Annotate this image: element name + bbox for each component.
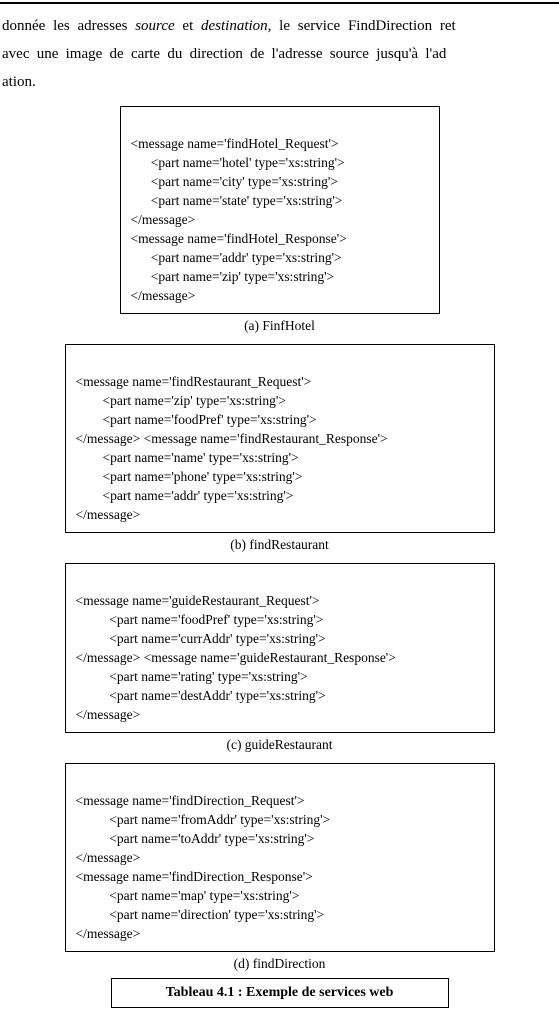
code-line: <part name='destAddr' type='xs:string'> [76, 688, 326, 703]
code-line: <part name='phone' type='xs:string'> [76, 469, 303, 484]
code-line: <message name='findDirection_Response'> [76, 869, 313, 884]
code-line: <part name='zip' type='xs:string'> [131, 269, 335, 284]
code-line: </message> [131, 288, 196, 303]
code-line: </message> <message name='findRestaurant… [76, 431, 388, 446]
code-line: </message> [131, 212, 196, 227]
code-box-b: <message name='findRestaurant_Request'> … [65, 344, 495, 533]
code-line: <part name='addr' type='xs:string'> [76, 488, 294, 503]
code-line: <message name='findRestaurant_Request'> [76, 374, 312, 389]
destination-italic: destination [201, 18, 268, 34]
code-line: <part name='city' type='xs:string'> [131, 174, 338, 189]
code-line: <part name='fromAddr' type='xs:string'> [76, 812, 331, 827]
code-line: <part name='hotel' type='xs:string'> [131, 155, 345, 170]
code-line: </message> [76, 507, 141, 522]
text: et [182, 18, 193, 34]
code-line: <part name='map' type='xs:string'> [76, 888, 300, 903]
code-box-a: <message name='findHotel_Request'> <part… [120, 106, 440, 314]
code-line: </message> [76, 707, 141, 722]
caption-a: (a) FinfHotel [0, 318, 559, 334]
code-box-c: <message name='guideRestaurant_Request'>… [65, 563, 495, 733]
source-italic: source [135, 18, 174, 34]
code-line: </message> [76, 850, 141, 865]
intro-paragraph: donnée les adresses source et destinatio… [0, 12, 559, 96]
caption-d: (d) findDirection [0, 956, 559, 972]
code-line: <part name='direction' type='xs:string'> [76, 907, 325, 922]
table-caption-box: Tableau 4.1 : Exemple de services web [111, 978, 449, 1008]
code-line: <part name='zip' type='xs:string'> [76, 393, 286, 408]
text: donnée les adresses [2, 18, 127, 34]
code-line: </message> <message name='guideRestauran… [76, 650, 396, 665]
code-line: <part name='toAddr' type='xs:string'> [76, 831, 315, 846]
code-line: <message name='findDirection_Request'> [76, 793, 305, 808]
para-line-3: ation. [2, 68, 559, 96]
code-line: <part name='rating' type='xs:string'> [76, 669, 308, 684]
code-line: <part name='foodPref' type='xs:string'> [76, 612, 324, 627]
text: , le service FindDirection ret [268, 18, 456, 34]
code-line: <part name='foodPref' type='xs:string'> [76, 412, 317, 427]
code-line: <part name='currAddr' type='xs:string'> [76, 631, 326, 646]
code-line: <part name='addr' type='xs:string'> [131, 250, 342, 265]
code-line: <part name='name' type='xs:string'> [76, 450, 299, 465]
code-line: <message name='guideRestaurant_Request'> [76, 593, 320, 608]
code-line: <message name='findHotel_Request'> [131, 136, 339, 151]
code-line: <message name='findHotel_Response'> [131, 231, 347, 246]
caption-b: (b) findRestaurant [0, 537, 559, 553]
caption-c: (c) guideRestaurant [0, 737, 559, 753]
table-caption-text: Tableau 4.1 : Exemple de services web [166, 985, 394, 1000]
code-box-d: <message name='findDirection_Request'> <… [65, 763, 495, 952]
code-line: <part name='state' type='xs:string'> [131, 193, 343, 208]
para-line-2: avec une image de carte du direction de … [2, 40, 559, 68]
top-rule [0, 2, 559, 4]
code-line: </message> [76, 926, 141, 941]
para-line-1: donnée les adresses source et destinatio… [2, 12, 559, 40]
